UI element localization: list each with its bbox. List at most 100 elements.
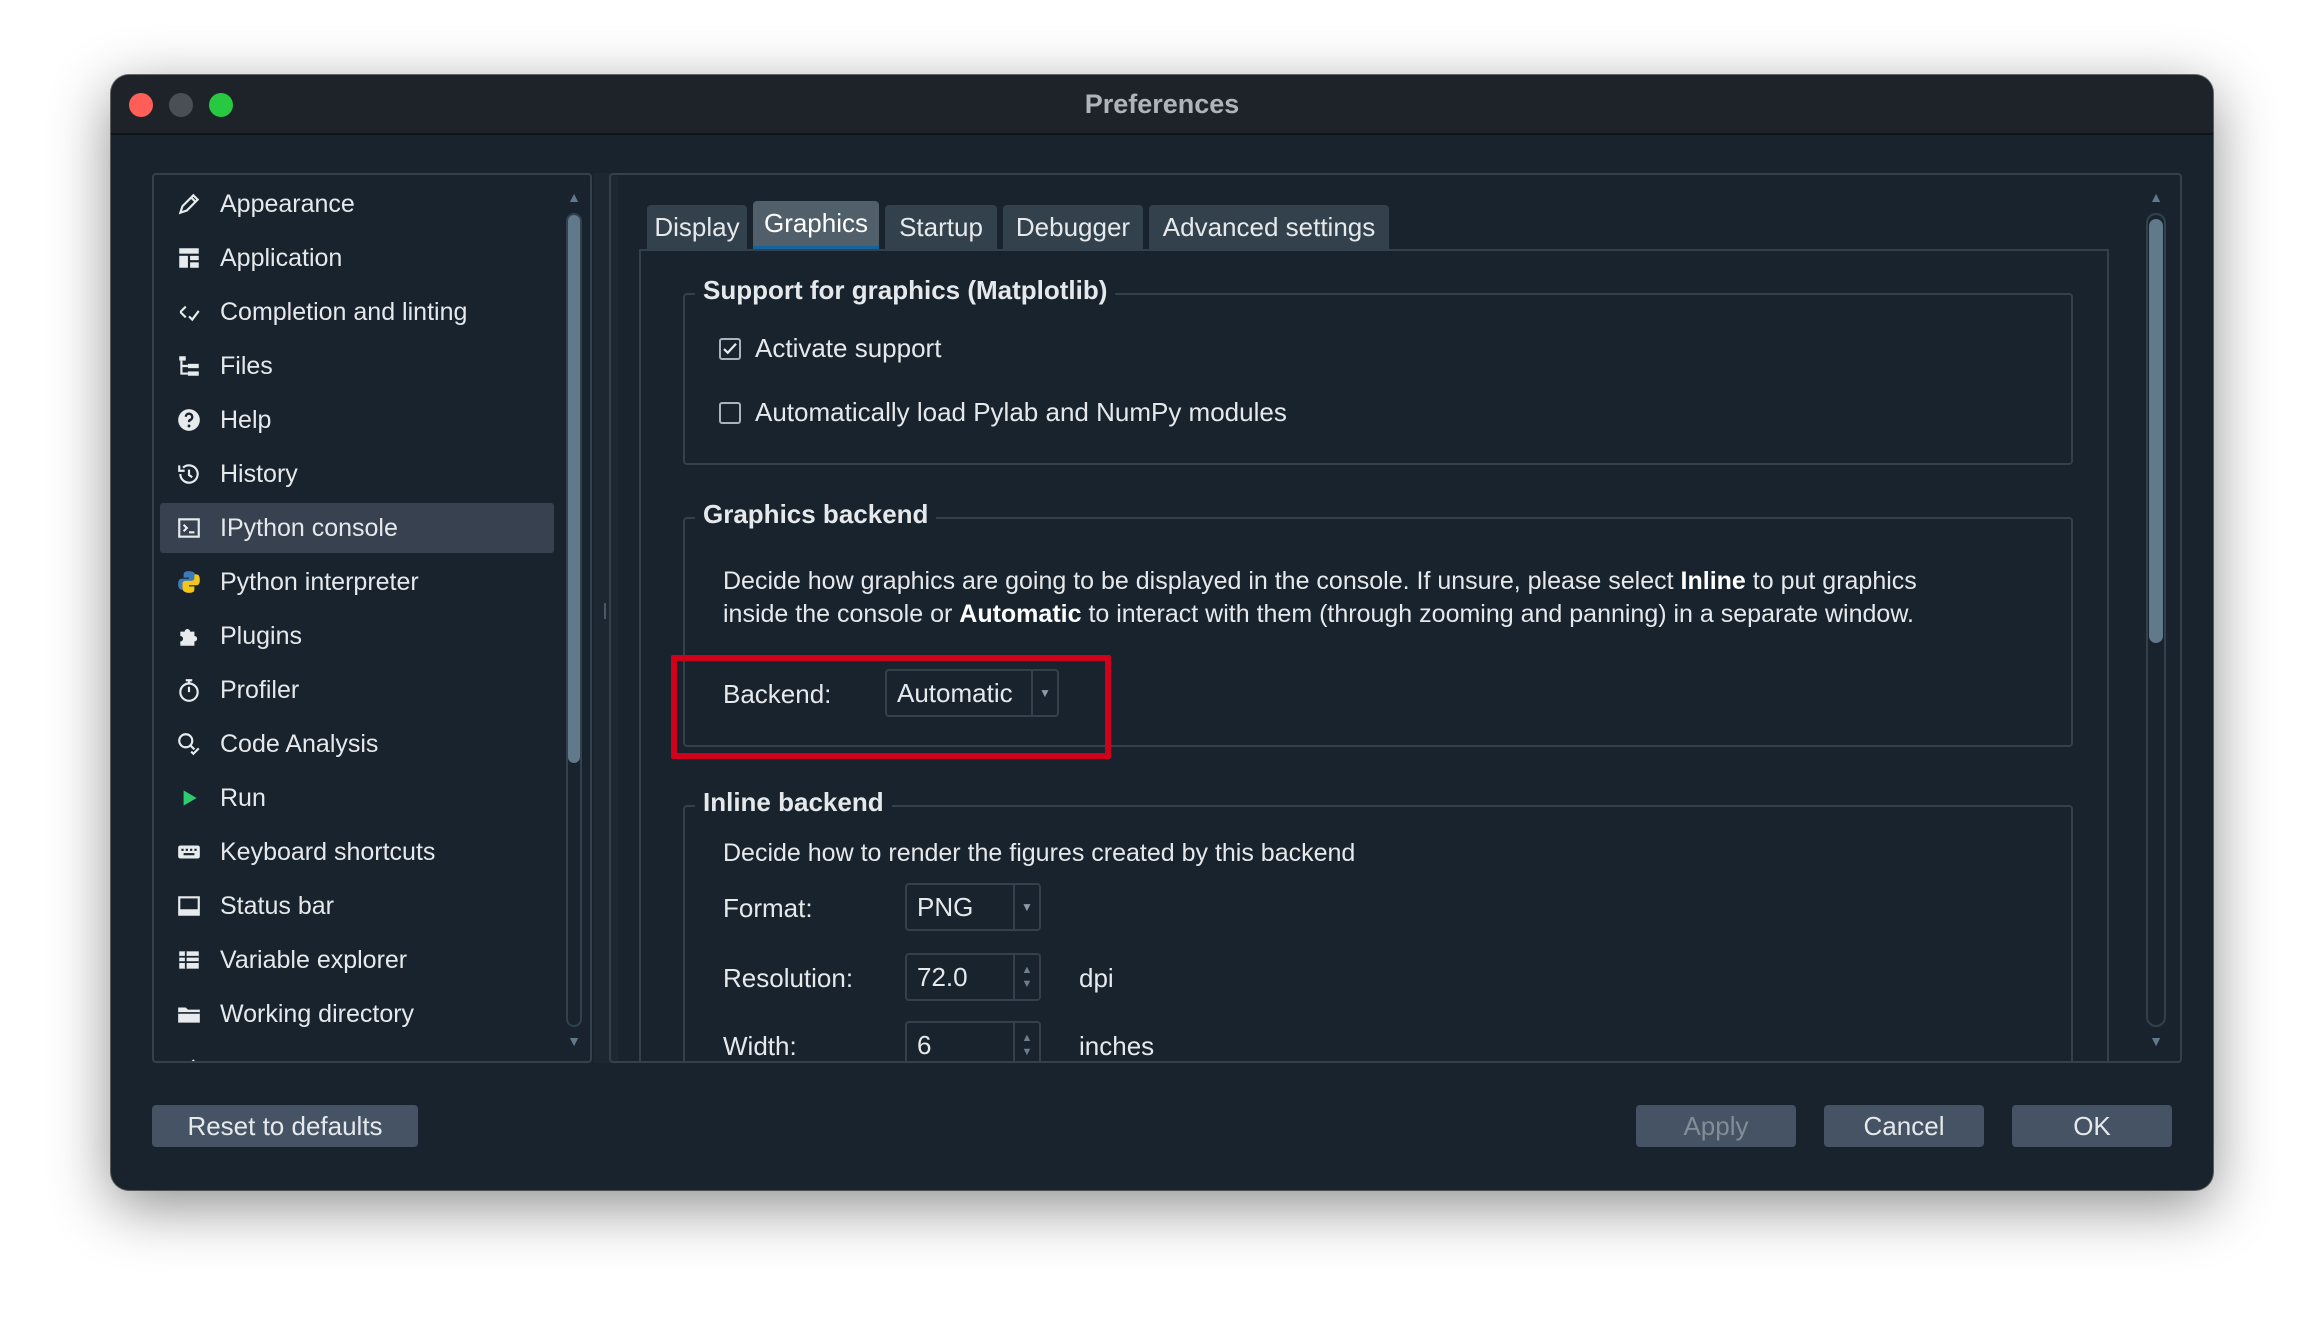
files-tree-icon: [172, 353, 206, 379]
sidebar-item-label: Files: [220, 351, 273, 380]
tab-graphics[interactable]: Graphics: [753, 201, 879, 249]
sidebar-item-label: Working directory: [220, 999, 415, 1028]
group-title: Support for graphics (Matplotlib): [695, 275, 1116, 306]
activate-support-label: Activate support: [755, 333, 942, 363]
sidebar-item-ipython-console[interactable]: IPython console: [160, 503, 554, 553]
graphics-tab-pane: Support for graphics (Matplotlib) Activa…: [639, 249, 2109, 1061]
sidebar-item-label: Plugins: [220, 621, 302, 650]
content-scrollbar-thumb[interactable]: [2149, 219, 2163, 643]
settings-content-panel: Display Graphics Startup Debugger Advanc…: [609, 173, 2182, 1063]
desc-text: to interact with them (through zooming a…: [1081, 600, 1914, 628]
apply-button[interactable]: Apply: [1636, 1105, 1796, 1147]
help-icon: [172, 407, 206, 433]
tab-advanced-settings[interactable]: Advanced settings: [1149, 205, 1389, 249]
backend-description: Decide how graphics are going to be disp…: [723, 565, 2053, 631]
width-unit: inches: [1079, 1031, 1155, 1061]
sidebar-item-label: Keyboard shortcuts: [220, 837, 436, 866]
sidebar-item-label: Code Analysis: [220, 729, 379, 758]
format-select[interactable]: PNG ▼: [905, 883, 1041, 931]
resolution-value: 72.0: [917, 961, 968, 992]
title-bar: Preferences: [111, 75, 2213, 135]
reset-to-defaults-button[interactable]: Reset to defaults: [152, 1105, 418, 1147]
sidebar-item-profiler[interactable]: Profiler: [160, 665, 554, 715]
desc-text: to put graphics: [1745, 567, 1917, 595]
sidebar-item-label: Completion and linting: [220, 297, 468, 326]
sidebar-scrollbar-thumb[interactable]: [568, 215, 580, 763]
sidebar-item-run[interactable]: Run: [160, 773, 554, 823]
cancel-button[interactable]: Cancel: [1824, 1105, 1984, 1147]
sidebar-item-help[interactable]: Help: [160, 395, 554, 445]
format-value: PNG: [917, 891, 974, 922]
autoload-pylab-label: Automatically load Pylab and NumPy modul…: [755, 397, 1287, 427]
scroll-down-arrow-icon[interactable]: ▼: [566, 1033, 582, 1049]
spin-arrows-icon[interactable]: ▲ ▼: [1013, 955, 1039, 999]
desc-inline-emphasis: Inline: [1680, 567, 1746, 595]
status-bar-icon: [172, 893, 206, 919]
stopwatch-icon: [172, 677, 206, 703]
width-spinbox[interactable]: 6 ▲ ▼: [905, 1021, 1041, 1061]
scroll-up-arrow-icon[interactable]: ▲: [566, 189, 582, 205]
resolution-unit: dpi: [1079, 963, 1114, 993]
activate-support-checkbox[interactable]: Activate support: [719, 333, 941, 364]
sidebar-item-working-directory[interactable]: Working directory: [160, 989, 554, 1039]
autoload-pylab-checkbox[interactable]: Automatically load Pylab and NumPy modul…: [719, 397, 1287, 428]
sidebar-item-partial[interactable]: [160, 1043, 554, 1061]
tab-startup[interactable]: Startup: [885, 205, 997, 249]
preferences-window: Preferences Appearance Application Compl…: [111, 75, 2213, 1190]
group-title: Inline backend: [695, 787, 892, 818]
folder-icon: [172, 1001, 206, 1027]
table-icon: [172, 947, 206, 973]
sidebar-item-label: Status bar: [220, 891, 334, 920]
sidebar-item-label: Run: [220, 783, 266, 812]
support-graphics-group: Support for graphics (Matplotlib) Activa…: [683, 275, 2073, 465]
code-analysis-icon: [172, 731, 206, 757]
splitter-grip: [604, 603, 606, 619]
editor-icon: [172, 1055, 206, 1061]
checkbox-checked-icon[interactable]: [719, 337, 741, 360]
highlight-annotation-box: [671, 655, 1111, 759]
resolution-label: Resolution:: [723, 963, 854, 993]
group-title: Graphics backend: [695, 499, 937, 530]
width-value: 6: [917, 1029, 932, 1060]
scroll-up-arrow-icon[interactable]: ▲: [2148, 189, 2164, 205]
scroll-down-arrow-icon[interactable]: ▼: [2148, 1033, 2164, 1049]
tab-display[interactable]: Display: [647, 205, 747, 249]
checkbox-unchecked-icon[interactable]: [719, 401, 741, 424]
spin-arrows-icon[interactable]: ▲ ▼: [1013, 1023, 1039, 1061]
keyboard-icon: [172, 839, 206, 865]
sidebar-item-python-interpreter[interactable]: Python interpreter: [160, 557, 554, 607]
sidebar-item-status-bar[interactable]: Status bar: [160, 881, 554, 931]
sidebar-item-completion-and-linting[interactable]: Completion and linting: [160, 287, 554, 337]
sidebar-item-files[interactable]: Files: [160, 341, 554, 391]
play-icon: [172, 785, 206, 811]
sidebar-item-label: Profiler: [220, 675, 300, 704]
inline-backend-group: Inline backend Decide how to render the …: [683, 787, 2073, 1061]
format-label: Format:: [723, 893, 813, 923]
inline-description: Decide how to render the figures created…: [723, 839, 1356, 867]
sidebar-item-appearance[interactable]: Appearance: [160, 179, 554, 229]
sidebar-item-label: Help: [220, 405, 272, 434]
desc-text: inside the console or: [723, 600, 960, 628]
pen-icon: [172, 191, 206, 217]
resolution-spinbox[interactable]: 72.0 ▲ ▼: [905, 953, 1041, 1001]
sidebar-item-label: Variable explorer: [220, 945, 408, 974]
sidebar-item-label: Python interpreter: [220, 567, 419, 596]
chevron-down-icon: ▼: [1013, 885, 1039, 929]
completion-icon: [172, 299, 206, 325]
sidebar-item-keyboard-shortcuts[interactable]: Keyboard shortcuts: [160, 827, 554, 877]
window-title: Preferences: [1084, 89, 1240, 119]
ok-button[interactable]: OK: [2012, 1105, 2172, 1147]
sidebar-item-label: History: [220, 459, 298, 488]
sidebar-item-application[interactable]: Application: [160, 233, 554, 283]
sidebar-item-code-analysis[interactable]: Code Analysis: [160, 719, 554, 769]
tab-debugger[interactable]: Debugger: [1003, 205, 1143, 249]
sidebar-item-label: Application: [220, 243, 343, 272]
console-icon: [172, 515, 206, 541]
sidebar-item-variable-explorer[interactable]: Variable explorer: [160, 935, 554, 985]
desc-text: Decide how graphics are going to be disp…: [723, 567, 1681, 595]
sidebar-item-plugins[interactable]: Plugins: [160, 611, 554, 661]
history-icon: [172, 461, 206, 487]
sidebar-item-history[interactable]: History: [160, 449, 554, 499]
sidebar-item-label: IPython console: [220, 513, 398, 542]
desc-automatic-emphasis: Automatic: [959, 600, 1082, 628]
